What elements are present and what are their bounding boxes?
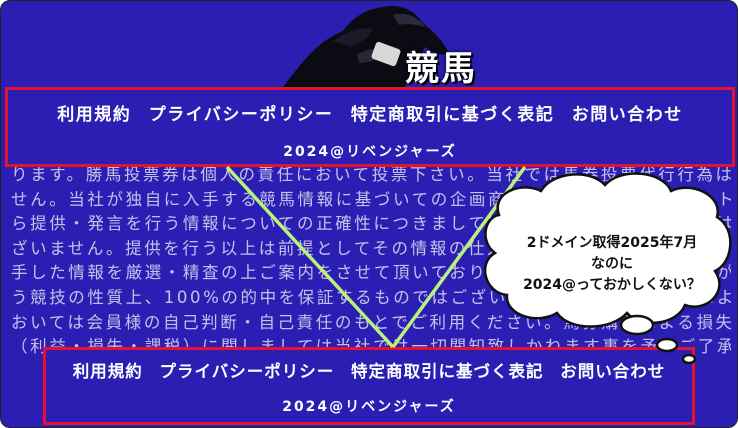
footer-bottom-copyright: 2024@リベンジャーズ bbox=[282, 399, 456, 415]
footer-top-copyright: 2024@リベンジャーズ bbox=[283, 144, 457, 160]
footer-top-highlight: 利用規約 プライバシーポリシー 特定商取引に基づく表記 お問い合わせ 2024@… bbox=[5, 87, 735, 167]
footer-bottom-highlight: 利用規約 プライバシーポリシー 特定商取引に基づく表記 お問い合わせ 2024@… bbox=[43, 347, 695, 425]
terms-link[interactable]: 利用規約 bbox=[57, 105, 131, 125]
annotation-text: 2ドメイン取得2025年7月 なのに 2024@っておかしくない？ bbox=[499, 233, 725, 296]
disclaimer-line: おいては会員様の自己判断・自己責任のもとでご利用ください。馬券購入による損失及び… bbox=[11, 312, 731, 332]
page-frame: 競馬 ります。勝馬投票券は個人の責任において投票下さい。当社では馬券投票代行行為… bbox=[0, 0, 738, 428]
footer-bottom-nav: 利用規約 プライバシーポリシー 特定商取引に基づく表記 お問い合わせ bbox=[46, 358, 692, 382]
site-logo-text: 競馬 bbox=[405, 49, 477, 89]
annotation-line: 2ドメイン取得2025年7月 bbox=[526, 235, 698, 251]
commercial-transactions-link[interactable]: 特定商取引に基づく表記 bbox=[351, 362, 544, 381]
annotation-line: 2024@っておかしくない？ bbox=[523, 277, 701, 293]
privacy-policy-link[interactable]: プライバシーポリシー bbox=[160, 362, 335, 381]
footer-top-nav: 利用規約 プライバシーポリシー 特定商取引に基づく表記 お問い合わせ bbox=[8, 100, 732, 125]
terms-link[interactable]: 利用規約 bbox=[73, 362, 143, 381]
contact-link[interactable]: お問い合わせ bbox=[572, 105, 683, 125]
privacy-policy-link[interactable]: プライバシーポリシー bbox=[149, 105, 334, 125]
disclaimer-line: せん。当社が独自に入手する競馬情報に基づいての企画商品、またはインターネットサー… bbox=[11, 189, 731, 209]
contact-link[interactable]: お問い合わせ bbox=[560, 362, 665, 381]
commercial-transactions-link[interactable]: 特定商取引に基づく表記 bbox=[351, 105, 555, 125]
annotation-line: なのに bbox=[591, 256, 633, 272]
